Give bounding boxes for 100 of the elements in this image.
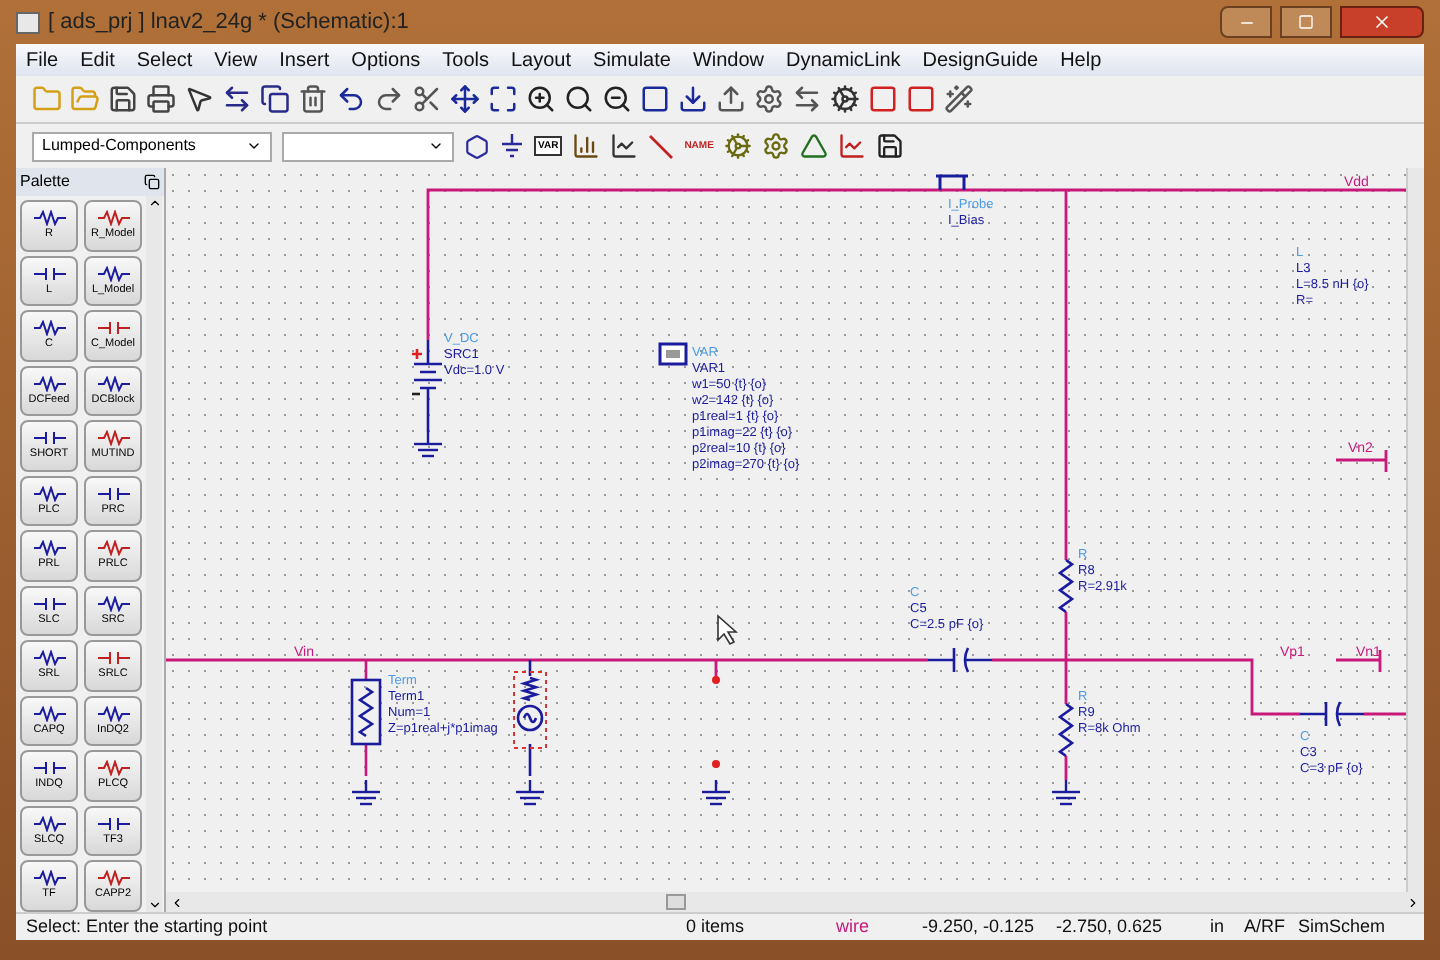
capacitor-symbol: [926, 646, 994, 674]
item-count: 0 items: [686, 913, 747, 940]
redo-icon[interactable]: [374, 84, 404, 114]
port-terminal-symbol: [350, 658, 382, 778]
relative-coordinates: -2.750, 0.625: [1056, 913, 1165, 940]
component-symbol-icon: [33, 210, 65, 226]
zoom-out-icon[interactable]: [602, 84, 632, 114]
component-symbol-icon: [97, 650, 129, 666]
component-symbol-icon: [33, 540, 65, 556]
signal-source-symbol: [516, 658, 544, 778]
caret-icon: [428, 138, 444, 154]
resistor-symbol: [1057, 558, 1075, 614]
component-symbol-icon: [97, 595, 129, 611]
wire: [1334, 648, 1382, 674]
horizontal-scrollbar[interactable]: [166, 892, 1424, 912]
component-symbol-icon: [33, 320, 65, 336]
delete-icon[interactable]: [298, 84, 328, 114]
ground-symbol: [352, 780, 380, 806]
menu-item[interactable]: DynamicLink: [786, 45, 901, 75]
app-icon: [16, 11, 40, 33]
maximize-icon: [1298, 14, 1314, 30]
component-symbol-icon: [97, 705, 129, 721]
component-symbol-icon: [33, 815, 65, 831]
component-symbol-icon: [97, 485, 129, 501]
swap-icon[interactable]: [792, 84, 822, 114]
component-symbol-icon: [33, 650, 65, 666]
cursor-coordinates: -9.250, -0.125: [922, 913, 1037, 940]
close-button[interactable]: [1340, 6, 1424, 38]
library-dropdown[interactable]: Lumped-Components: [32, 131, 272, 161]
menu-item[interactable]: File: [26, 45, 59, 75]
window-title: [ ads_prj ] lnav2_24g * (Schematic):1: [48, 7, 411, 38]
pointer-icon[interactable]: [184, 84, 214, 114]
component-symbol-icon: [33, 430, 65, 446]
resistor-symbol: [1057, 702, 1075, 758]
copy-icon[interactable]: [260, 84, 290, 114]
menu-item[interactable]: Insert: [279, 45, 330, 75]
undo-icon[interactable]: [336, 84, 366, 114]
menu-item[interactable]: Window: [692, 45, 765, 75]
float-icon[interactable]: [144, 174, 160, 190]
palette-title: Palette: [20, 170, 70, 194]
menu-item[interactable]: Layout: [511, 45, 572, 75]
zoom-in-icon[interactable]: [526, 84, 556, 114]
component-symbol-icon: [33, 265, 65, 281]
menu-item[interactable]: Select: [136, 45, 193, 75]
ground-icon[interactable]: [500, 134, 524, 158]
component-symbol-icon: [97, 760, 129, 776]
ground-symbol: [516, 780, 544, 806]
ground-symbol: [1052, 780, 1080, 806]
menu-item[interactable]: DesignGuide: [922, 45, 1039, 75]
wire-icon[interactable]: [648, 133, 675, 159]
menu-item[interactable]: Edit: [80, 45, 115, 75]
component-symbol-icon: [33, 760, 65, 776]
scroll-up-icon: [147, 196, 161, 210]
wire: [1334, 448, 1388, 474]
gear-icon[interactable]: [723, 132, 752, 160]
mouse-cursor-icon: [717, 614, 739, 646]
bar-chart-icon[interactable]: [572, 132, 601, 160]
scrollbar-thumb[interactable]: [666, 894, 686, 910]
status-message: Select: Enter the starting point: [26, 913, 270, 940]
zoom-area-icon[interactable]: [488, 84, 518, 114]
unit-indicator: in: [1210, 913, 1227, 940]
wire-end-dot: [712, 676, 720, 684]
wire-end-dot: [712, 760, 720, 768]
battery-symbol: [410, 338, 444, 434]
component-symbol-icon: [97, 210, 129, 226]
scroll-down-icon: [147, 898, 161, 912]
menu-item[interactable]: Tools: [442, 45, 489, 75]
caret-icon: [246, 138, 262, 154]
palette-scrollbar[interactable]: [146, 196, 162, 912]
menu-item[interactable]: View: [214, 45, 258, 75]
vertical-scrollbar[interactable]: [1406, 168, 1424, 892]
maximize-button[interactable]: [1280, 6, 1332, 38]
menu-item[interactable]: Simulate: [593, 45, 671, 75]
print-icon[interactable]: [146, 84, 176, 114]
menu-item[interactable]: Options: [351, 45, 421, 75]
save-display-icon[interactable]: [875, 132, 904, 160]
port-icon[interactable]: [464, 133, 490, 159]
domain-indicator: A/RF: [1244, 913, 1288, 940]
simulator-indicator: SimSchem: [1298, 913, 1386, 940]
close-icon: [1372, 12, 1392, 32]
save-icon[interactable]: [108, 84, 138, 114]
ground-symbol: [702, 780, 730, 806]
component-symbol-icon: [33, 870, 65, 886]
scroll-left-icon: [170, 895, 184, 909]
component-symbol-icon: [97, 320, 129, 336]
component-symbol-icon: [97, 815, 129, 831]
wand-icon[interactable]: [944, 84, 974, 114]
triangle-icon[interactable]: [799, 132, 828, 160]
component-symbol-icon: [33, 375, 65, 391]
zoom-icon[interactable]: [564, 84, 594, 114]
component-symbol-icon: [33, 485, 65, 501]
component-symbol-icon: [97, 540, 129, 556]
current-probe-symbol: [934, 174, 970, 192]
capacitor-symbol: [1298, 700, 1366, 728]
minimize-button[interactable]: [1220, 6, 1272, 38]
move-icon[interactable]: [450, 84, 480, 114]
component-symbol-icon: [33, 705, 65, 721]
menu-item[interactable]: Help: [1060, 45, 1102, 75]
component-symbol-icon: [97, 870, 129, 886]
graph-icon[interactable]: [837, 132, 866, 160]
